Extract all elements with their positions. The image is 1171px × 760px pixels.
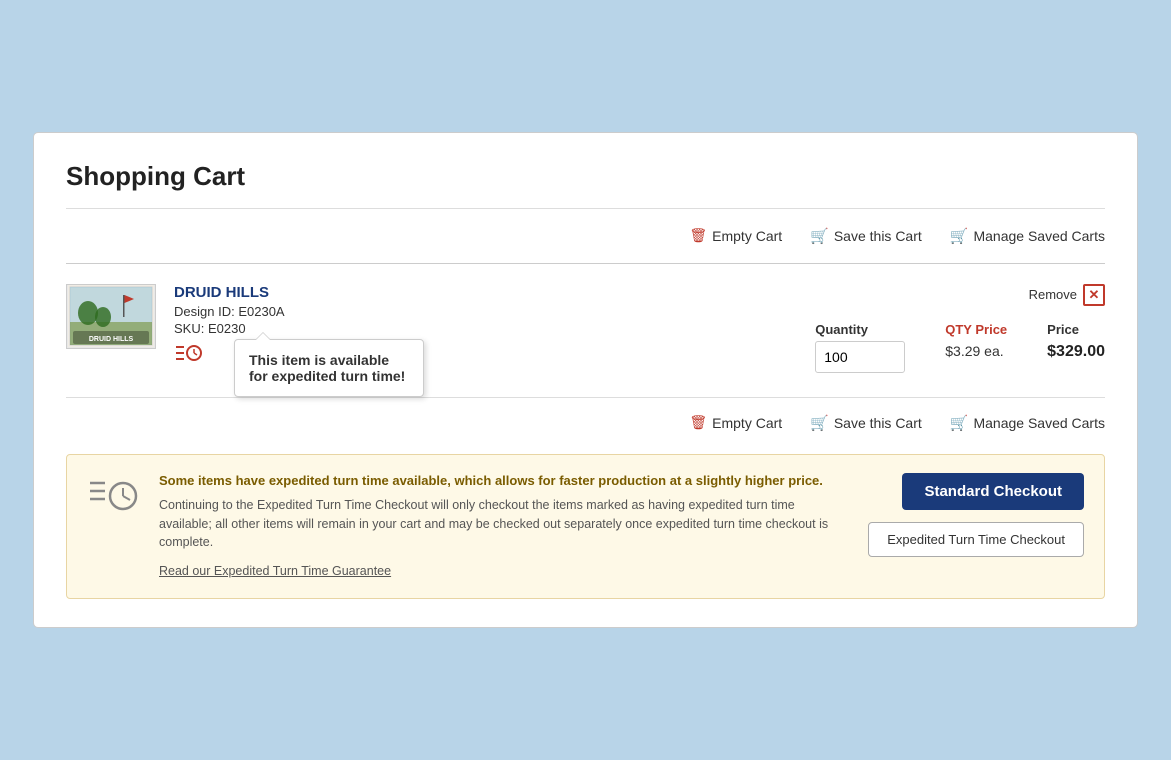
save-cart-top-link[interactable]: 🛒 Save this Cart xyxy=(810,227,922,245)
expedited-tooltip: This item is available for expedited tur… xyxy=(234,339,424,397)
quantity-input[interactable] xyxy=(815,341,905,373)
qty-price-column: QTY Price $3.29 ea. xyxy=(945,322,1007,359)
remove-btn-row: Remove ✕ xyxy=(1029,284,1105,306)
trash-icon-bottom: 🗑 xyxy=(689,414,707,431)
cart-icon-manage-top: 🛒 xyxy=(950,227,969,245)
item-design: Design ID: E0230A xyxy=(174,304,687,319)
empty-cart-top-label: Empty Cart xyxy=(712,228,782,244)
remove-label: Remove xyxy=(1029,287,1077,302)
item-right-section: Remove ✕ Quantity QTY Price $3.29 ea. Pr… xyxy=(705,284,1105,373)
manage-carts-top-link[interactable]: 🛒 Manage Saved Carts xyxy=(950,227,1105,245)
tooltip-text: This item is available for expedited tur… xyxy=(249,352,405,384)
expedited-checkout-button[interactable]: Expedited Turn Time Checkout xyxy=(868,522,1084,557)
manage-carts-top-label: Manage Saved Carts xyxy=(973,228,1105,244)
empty-cart-top-link[interactable]: 🗑 Empty Cart xyxy=(689,227,782,244)
manage-carts-bottom-label: Manage Saved Carts xyxy=(973,415,1105,431)
save-cart-top-label: Save this Cart xyxy=(834,228,922,244)
item-name: DRUID HILLS xyxy=(174,284,687,301)
price-column: Price $329.00 xyxy=(1047,322,1105,361)
quantity-label: Quantity xyxy=(815,322,868,337)
trash-icon-top: 🗑 xyxy=(689,227,707,244)
inner-container: Shopping Cart 🗑 Empty Cart 🛒 Save this C… xyxy=(34,133,1137,627)
qty-price-row: Quantity QTY Price $3.29 ea. Price $329.… xyxy=(815,322,1105,373)
banner-description: Continuing to the Expedited Turn Time Ch… xyxy=(159,496,848,552)
section-divider xyxy=(66,263,1105,264)
sku-value: E0230 xyxy=(208,321,246,336)
qty-price-label: QTY Price xyxy=(945,322,1007,337)
design-id-value: E0230A xyxy=(238,304,284,319)
standard-checkout-button[interactable]: Standard Checkout xyxy=(902,473,1084,510)
banner-expedited-icon xyxy=(87,475,139,525)
quantity-column: Quantity xyxy=(815,322,905,373)
item-image: DRUID HILLS xyxy=(66,284,156,349)
remove-x-button[interactable]: ✕ xyxy=(1083,284,1105,306)
cart-item-row: DRUID HILLS DRUID HILLS Design ID: E0230… xyxy=(66,284,1105,373)
bottom-action-bar: 🗑 Empty Cart 🛒 Save this Cart 🛒 Manage S… xyxy=(66,397,1105,432)
qty-price-value: $3.29 ea. xyxy=(945,343,1003,359)
svg-text:DRUID HILLS: DRUID HILLS xyxy=(89,336,134,343)
empty-cart-bottom-link[interactable]: 🗑 Empty Cart xyxy=(689,414,782,431)
save-cart-bottom-label: Save this Cart xyxy=(834,415,922,431)
banner-buttons: Standard Checkout Expedited Turn Time Ch… xyxy=(868,473,1084,557)
title-divider xyxy=(66,208,1105,209)
expedited-turn-icon[interactable] xyxy=(174,342,202,364)
outer-container: Shopping Cart 🗑 Empty Cart 🛒 Save this C… xyxy=(20,119,1151,641)
expedited-banner: Some items have expedited turn time avai… xyxy=(66,454,1105,599)
empty-cart-bottom-label: Empty Cart xyxy=(712,415,782,431)
item-details: DRUID HILLS Design ID: E0230A SKU: E0230 xyxy=(174,284,687,364)
cart-icon-save-bottom: 🛒 xyxy=(810,414,829,432)
expedited-guarantee-link[interactable]: Read our Expedited Turn Time Guarantee xyxy=(159,564,391,578)
top-action-bar: 🗑 Empty Cart 🛒 Save this Cart 🛒 Manage S… xyxy=(66,227,1105,245)
cart-icon-manage-bottom: 🛒 xyxy=(950,414,969,432)
manage-carts-bottom-link[interactable]: 🛒 Manage Saved Carts xyxy=(950,414,1105,432)
page-title: Shopping Cart xyxy=(66,161,1105,192)
banner-content: Some items have expedited turn time avai… xyxy=(159,473,848,580)
price-value: $329.00 xyxy=(1047,343,1105,361)
cart-icon-save-top: 🛒 xyxy=(810,227,829,245)
price-label: Price xyxy=(1047,322,1079,337)
design-id-label: Design ID: xyxy=(174,304,235,319)
banner-title: Some items have expedited turn time avai… xyxy=(159,473,848,488)
sku-label: SKU: xyxy=(174,321,204,336)
save-cart-bottom-link[interactable]: 🛒 Save this Cart xyxy=(810,414,922,432)
item-sku: SKU: E0230 xyxy=(174,321,687,336)
